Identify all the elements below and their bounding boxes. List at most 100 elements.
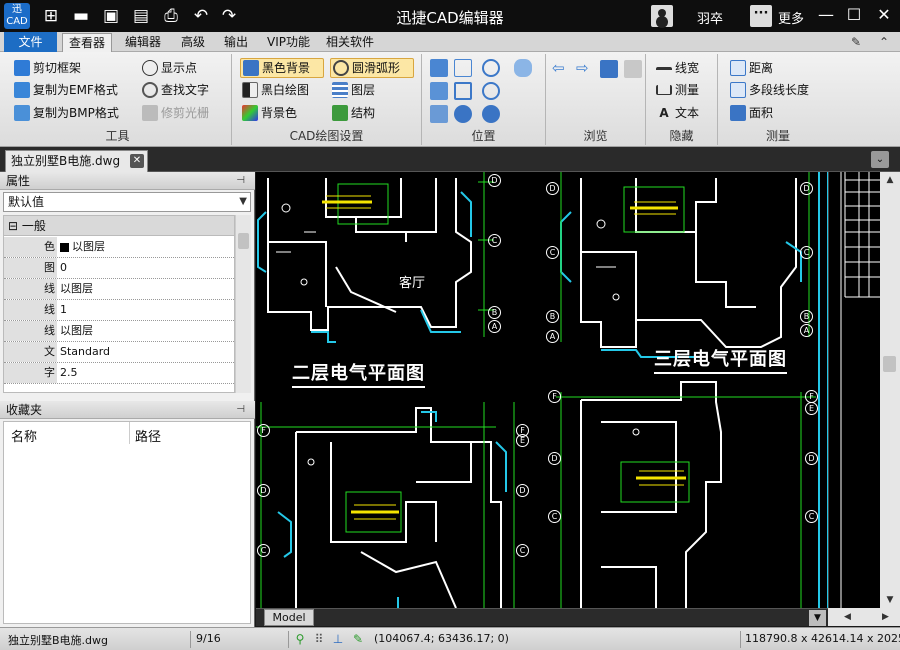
tab-advanced[interactable]: 高级 <box>175 33 211 52</box>
tab-output[interactable]: 输出 <box>218 33 254 52</box>
tab-editor[interactable]: 编辑器 <box>119 33 167 52</box>
scroll-down-icon[interactable]: ▼ <box>880 592 900 608</box>
osnap-icon[interactable]: ✎ <box>350 631 366 647</box>
polyline-length-button[interactable]: 多段线长度 <box>730 80 809 100</box>
layout-list-icon[interactable]: ▼ <box>809 610 826 626</box>
property-scrollbar[interactable] <box>235 215 251 393</box>
tab-related-software[interactable]: 相关软件 <box>320 33 380 52</box>
title-bar: 迅 CAD ⊞ ▬ ▣ ▤ ⎙ ↶ ↷ 迅捷CAD编辑器 羽卒 ··· 更多 — … <box>0 0 900 32</box>
property-row[interactable]: 字 2.5 <box>4 363 234 384</box>
group-hide: 线宽 测量 A 文本 隐藏 <box>646 54 718 145</box>
background-color-button[interactable]: 背景色 <box>242 103 297 123</box>
smooth-arc-button[interactable]: 圆滑弧形 <box>330 58 414 78</box>
scroll-up-icon[interactable]: ▲ <box>880 172 900 188</box>
zoom-previous-icon[interactable] <box>454 82 472 100</box>
property-key: 色 <box>4 237 57 257</box>
property-scroll-thumb[interactable] <box>238 233 249 249</box>
property-value[interactable]: 0 <box>58 258 234 278</box>
property-value[interactable]: 2.5 <box>58 363 234 383</box>
more-label[interactable]: 更多 <box>778 8 804 27</box>
favorites-list[interactable]: 名称 路径 <box>3 421 251 624</box>
property-row[interactable]: 线1 <box>4 300 234 321</box>
print-icon[interactable]: ⎙ <box>160 5 182 27</box>
open-folder-icon[interactable]: ▬ <box>70 5 92 27</box>
favorites-pin-icon[interactable]: ⊣ <box>236 401 245 419</box>
favorites-column-name[interactable]: 名称 <box>11 426 37 445</box>
scroll-left-icon[interactable]: ◀ <box>844 608 851 626</box>
canvas-vertical-scrollbar[interactable]: ▲ ▼ <box>880 172 900 608</box>
collapse-ribbon-icon[interactable]: ⌃ <box>876 34 892 50</box>
document-list-icon[interactable]: ⌄ <box>871 151 889 168</box>
browse-refresh-icon[interactable] <box>600 60 618 78</box>
document-tab[interactable]: 独立别墅B电施.dwg ✕ <box>5 150 148 172</box>
save-as-icon[interactable]: ▤ <box>130 5 152 27</box>
fit-window-icon[interactable] <box>430 59 448 77</box>
user-name[interactable]: 羽卒 <box>697 8 723 27</box>
property-value[interactable]: 1 <box>58 300 234 320</box>
canvas-horizontal-scrollbar[interactable]: ◀ ▶ <box>828 608 900 626</box>
close-document-icon[interactable]: ✕ <box>130 154 144 168</box>
distance-button[interactable]: 距离 <box>730 58 773 78</box>
redo-icon[interactable]: ↷ <box>218 5 240 27</box>
show-points-button[interactable]: 显示点 <box>142 58 197 78</box>
property-row[interactable]: 色以图层 <box>4 237 234 258</box>
find-text-button[interactable]: 查找文字 <box>142 80 209 100</box>
back-arrow-icon[interactable]: ⇦ <box>552 58 565 78</box>
property-category[interactable]: ⊟ 一般 <box>4 216 234 236</box>
black-background-button[interactable]: 黑色背景 <box>240 58 324 78</box>
model-tab[interactable]: Model <box>264 609 314 626</box>
chevron-down-icon[interactable]: ▼ <box>239 193 247 211</box>
zoom-out-icon[interactable] <box>482 82 500 100</box>
new-file-icon[interactable]: ⊞ <box>40 5 62 27</box>
background-color-icon <box>242 104 258 121</box>
layers-button[interactable]: 图层 <box>332 80 375 100</box>
zoom-window-icon[interactable] <box>454 59 472 77</box>
forward-arrow-icon[interactable]: ⇨ <box>576 58 589 78</box>
file-menu-button[interactable]: 文件 <box>4 32 57 52</box>
view-3d-icon[interactable] <box>482 105 500 123</box>
property-value[interactable]: Standard <box>58 342 234 362</box>
dimension-button[interactable]: 测量 <box>656 80 699 100</box>
text-button[interactable]: A 文本 <box>656 103 699 123</box>
properties-selector[interactable]: 默认值 ▼ <box>3 192 251 212</box>
property-value[interactable]: 以图层 <box>58 321 234 341</box>
maximize-icon[interactable]: ☐ <box>843 4 865 26</box>
zoom-in-icon[interactable] <box>482 59 500 77</box>
minimize-icon[interactable]: — <box>815 4 837 26</box>
grid-icon[interactable]: ⠿ <box>311 631 327 647</box>
left-panel: 属性 ⊣ 默认值 ▼ ⊟ 一般 色以图层 图0 线以图层 线1 线以图层 文 St… <box>0 172 255 627</box>
close-icon[interactable]: ✕ <box>873 4 895 26</box>
bw-drawing-button[interactable]: 黑白绘图 <box>242 80 309 100</box>
property-value[interactable]: 以图层 <box>58 279 234 299</box>
tab-vip[interactable]: VIP功能 <box>261 33 316 52</box>
canvas-scroll-thumb[interactable] <box>883 356 896 372</box>
property-row[interactable]: 线以图层 <box>4 321 234 342</box>
structure-button[interactable]: 结构 <box>332 103 375 123</box>
cut-frame-button[interactable]: 剪切框架 <box>14 58 81 78</box>
property-row[interactable]: 线以图层 <box>4 279 234 300</box>
zoom-extents-icon[interactable] <box>430 82 448 100</box>
save-icon[interactable]: ▣ <box>100 5 122 27</box>
properties-pin-icon[interactable]: ⊣ <box>236 172 245 190</box>
scroll-right-icon[interactable]: ▶ <box>882 608 889 626</box>
skin-icon[interactable]: ✎ <box>848 34 864 50</box>
drawing-canvas[interactable]: D C B A D C B A D C B A F D C F E D C F … <box>256 172 828 608</box>
copy-emf-button[interactable]: 复制为EMF格式 <box>14 80 118 100</box>
pan-hand-icon[interactable] <box>514 59 532 77</box>
undo-icon[interactable]: ↶ <box>190 5 212 27</box>
orbit-icon[interactable] <box>454 105 472 123</box>
property-row[interactable]: 文 Standard <box>4 342 234 363</box>
line-width-button[interactable]: 线宽 <box>656 58 699 78</box>
property-value[interactable]: 以图层 <box>58 237 234 257</box>
favorites-column-path[interactable]: 路径 <box>135 426 161 445</box>
property-row[interactable]: 图0 <box>4 258 234 279</box>
ortho-icon[interactable]: ⊥ <box>330 631 346 647</box>
trim-raster-button[interactable]: 修剪光栅 <box>142 103 209 123</box>
area-button[interactable]: 面积 <box>730 103 773 123</box>
tab-viewer[interactable]: 查看器 <box>62 33 113 52</box>
more-icon[interactable]: ··· <box>750 5 772 27</box>
user-icon[interactable] <box>651 5 673 27</box>
snap-icon[interactable]: ⚲ <box>292 631 308 647</box>
copy-bmp-button[interactable]: 复制为BMP格式 <box>14 103 119 123</box>
rotate-view-icon[interactable] <box>430 105 448 123</box>
